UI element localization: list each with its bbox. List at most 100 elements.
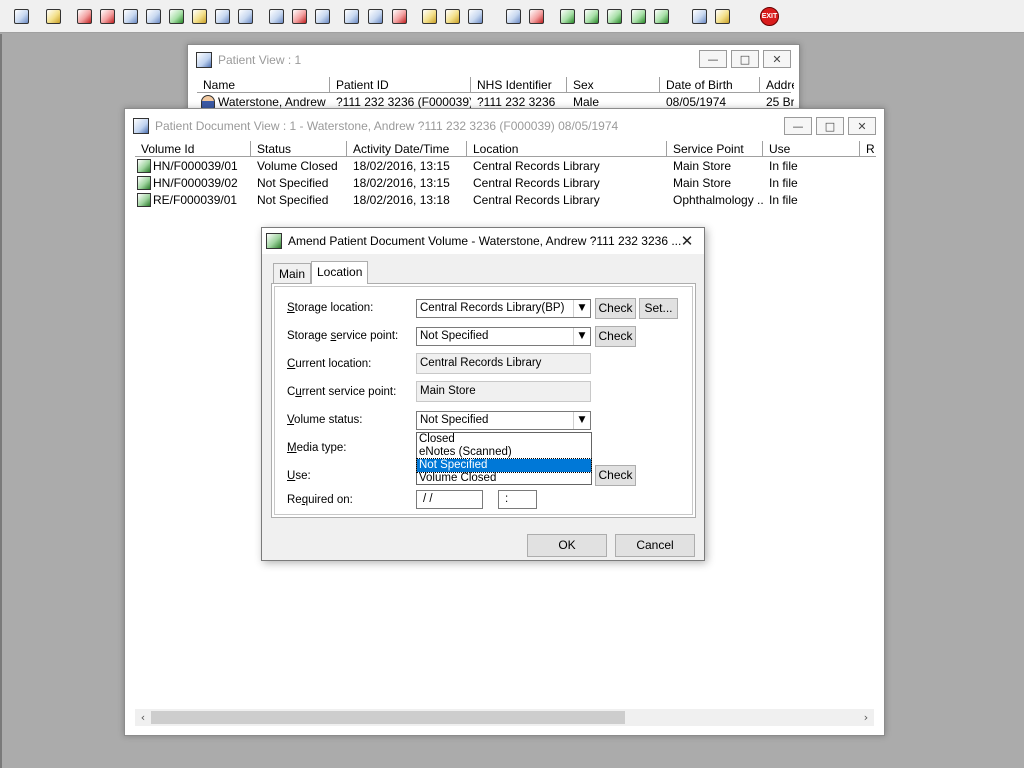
transport-icon[interactable] bbox=[212, 6, 233, 26]
column-header-name[interactable]: Name bbox=[197, 77, 330, 92]
document-volume-icon bbox=[137, 159, 151, 173]
column-header-use[interactable]: Use bbox=[763, 141, 860, 156]
storage-service-point-check-button[interactable]: Check bbox=[595, 326, 636, 347]
use-cell: In file bbox=[769, 193, 798, 207]
bar-chart-icon[interactable] bbox=[526, 6, 547, 26]
volume-status-dropdown-list[interactable]: Closed eNotes (Scanned) Not Specified Vo… bbox=[416, 432, 592, 485]
print-icon[interactable] bbox=[43, 6, 64, 26]
list-item[interactable]: eNotes (Scanned) bbox=[417, 446, 591, 459]
search-volume-icon-glyph bbox=[269, 8, 284, 24]
patient-view-titlebar[interactable]: Patient View : 1 — □ ✕ bbox=[188, 45, 799, 75]
edit-notes-icon[interactable] bbox=[97, 6, 118, 26]
chevron-down-icon[interactable]: ▼ bbox=[573, 412, 590, 429]
column-header-sex[interactable]: Sex bbox=[567, 77, 660, 92]
ok-button[interactable]: OK bbox=[527, 534, 607, 557]
document-volume-icon bbox=[137, 176, 151, 190]
use-check-button[interactable]: Check bbox=[595, 465, 636, 486]
volume-receive-icon[interactable] bbox=[651, 6, 672, 26]
current-service-point-label: Current service point: bbox=[287, 386, 397, 398]
dialog-titlebar[interactable]: Amend Patient Document Volume - Watersto… bbox=[262, 228, 704, 254]
table-row[interactable]: HN/F000039/01 Volume Closed 18/02/2016, 13… bbox=[135, 158, 876, 175]
column-header-patient-id[interactable]: Patient ID bbox=[330, 77, 471, 92]
amend-volume-dialog[interactable]: Amend Patient Document Volume - Watersto… bbox=[261, 227, 705, 561]
storage-location-set-button[interactable]: Set... bbox=[639, 298, 678, 319]
bed-icon[interactable] bbox=[442, 6, 463, 26]
note-icon[interactable] bbox=[419, 6, 440, 26]
horizontal-scrollbar[interactable]: ‹ › bbox=[135, 709, 874, 726]
transport-icon-glyph bbox=[215, 8, 230, 24]
column-header-nhs-identifier[interactable]: NHS Identifier bbox=[471, 77, 567, 92]
tab-location[interactable]: Location bbox=[311, 261, 369, 284]
scroll-left-icon[interactable]: ‹ bbox=[135, 709, 151, 726]
column-header-location[interactable]: Location bbox=[467, 141, 667, 156]
chevron-down-icon[interactable]: ▼ bbox=[573, 328, 590, 345]
chart-pie-icon[interactable] bbox=[389, 6, 410, 26]
scrollbar-thumb[interactable] bbox=[151, 711, 625, 724]
volume-id-cell: RE/F000039/01 bbox=[135, 192, 251, 209]
doctor-icon[interactable] bbox=[166, 6, 187, 26]
column-header-address[interactable]: Addre bbox=[760, 77, 794, 92]
document-icon[interactable] bbox=[503, 6, 524, 26]
person-icon bbox=[201, 95, 215, 109]
column-header-volume-id[interactable]: Volume Id bbox=[135, 141, 251, 156]
table-row[interactable]: RE/F000039/01 Not Specified 18/02/2016, 13… bbox=[135, 192, 876, 209]
referral-icon[interactable] bbox=[189, 6, 210, 26]
bed-icon-glyph bbox=[445, 8, 460, 24]
maximize-button[interactable]: □ bbox=[731, 50, 759, 68]
media-type-label: Media type: bbox=[287, 442, 347, 454]
list-item[interactable]: Closed bbox=[417, 433, 591, 446]
monitor-icon[interactable] bbox=[312, 6, 333, 26]
required-on-date-field[interactable]: / / bbox=[416, 490, 483, 509]
patient-find-icon[interactable] bbox=[11, 6, 32, 26]
undo-icon[interactable] bbox=[689, 6, 710, 26]
doctor-list-icon[interactable] bbox=[465, 6, 486, 26]
mail-icon[interactable] bbox=[143, 6, 164, 26]
document-view-titlebar[interactable]: Patient Document View : 1 - Waterstone, … bbox=[125, 109, 884, 143]
tab-main[interactable]: Main bbox=[273, 263, 312, 284]
volume-id-cell: HN/F000039/02 bbox=[135, 175, 251, 192]
storage-service-point-select[interactable]: Not Specified ▼ bbox=[416, 327, 591, 346]
patient-card-icon[interactable] bbox=[341, 6, 362, 26]
patient-view-window-icon bbox=[196, 52, 212, 68]
vehicle-icon[interactable] bbox=[235, 6, 256, 26]
volume-request-icon[interactable] bbox=[581, 6, 602, 26]
table-row[interactable]: HN/F000039/02 Not Specified 18/02/2016, 13… bbox=[135, 175, 876, 192]
volume-status-label: Volume status: bbox=[287, 414, 363, 426]
close-icon[interactable]: ✕ bbox=[678, 232, 696, 250]
monitor-icon-glyph bbox=[315, 8, 330, 24]
warning-icon[interactable] bbox=[712, 6, 733, 26]
scroll-right-icon[interactable]: › bbox=[858, 709, 874, 726]
search-volume-icon[interactable] bbox=[266, 6, 287, 26]
tracking-icon[interactable] bbox=[557, 6, 578, 26]
list-item[interactable]: Volume Closed bbox=[417, 472, 591, 485]
edit-notes-icon-glyph bbox=[100, 8, 115, 24]
document-grid-header: Volume Id Status Activity Date/Time Loca… bbox=[135, 141, 876, 157]
document-view-icon[interactable] bbox=[120, 6, 141, 26]
clock-icon[interactable] bbox=[289, 6, 310, 26]
minimize-button[interactable]: — bbox=[699, 50, 727, 68]
close-button[interactable]: ✕ bbox=[763, 50, 791, 68]
column-header-status[interactable]: Status bbox=[251, 141, 347, 156]
list-item-selected[interactable]: Not Specified bbox=[416, 458, 592, 473]
volume-id: RE/F000039/01 bbox=[153, 193, 238, 207]
cancel-button[interactable]: Cancel bbox=[615, 534, 695, 557]
column-header-activity-date[interactable]: Activity Date/Time bbox=[347, 141, 467, 156]
report-icon[interactable] bbox=[365, 6, 386, 26]
volume-status-select[interactable]: Not Specified ▼ bbox=[416, 411, 591, 430]
chevron-down-icon[interactable]: ▼ bbox=[573, 300, 590, 317]
column-header-service-point[interactable]: Service Point bbox=[667, 141, 763, 156]
close-button[interactable]: ✕ bbox=[848, 117, 876, 135]
exit-icon[interactable]: EXIT bbox=[760, 7, 779, 26]
column-header-r[interactable]: R bbox=[860, 141, 876, 156]
volume-transfer-icon[interactable] bbox=[628, 6, 649, 26]
column-header-date-of-birth[interactable]: Date of Birth bbox=[660, 77, 760, 92]
storage-location-check-button[interactable]: Check bbox=[595, 298, 636, 319]
volume-receive-icon-glyph bbox=[654, 8, 669, 24]
patient-card-icon-glyph bbox=[344, 8, 359, 24]
maximize-button[interactable]: □ bbox=[816, 117, 844, 135]
required-on-time-field[interactable]: : bbox=[498, 490, 537, 509]
minimize-button[interactable]: — bbox=[784, 117, 812, 135]
storage-location-select[interactable]: Central Records Library(BP) ▼ bbox=[416, 299, 591, 318]
volume-return-icon[interactable] bbox=[604, 6, 625, 26]
case-notes-icon[interactable] bbox=[74, 6, 95, 26]
